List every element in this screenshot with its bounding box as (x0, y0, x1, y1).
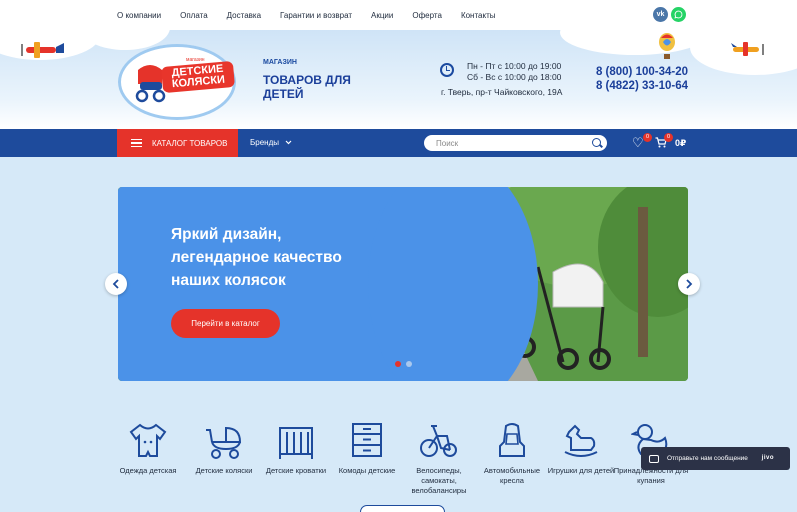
topnav-contacts[interactable]: Контакты (461, 11, 496, 20)
topnav-guarantees[interactable]: Гарантии и возврат (280, 11, 352, 20)
topnav-offer[interactable]: Оферта (412, 11, 442, 20)
category-car-seats[interactable]: Автомобильные кресла (472, 422, 552, 486)
banner-wave-shape (368, 187, 538, 381)
dresser-icon (352, 423, 382, 457)
car-seat-icon (499, 423, 525, 457)
chat-message: Отправьте нам сообщение (667, 455, 748, 462)
airplane-icon (21, 42, 64, 58)
site-header: магазин ДЕТСКИЕ КОЛЯСКИ МАГАЗИН ТОВАРОВ … (0, 30, 797, 129)
chat-brand: jivo (761, 455, 774, 461)
shop-title: ТОВАРОВ ДЛЯ ДЕТЕЙ (263, 73, 351, 101)
stroller-icon (206, 426, 242, 459)
chevron-right-icon (686, 279, 693, 289)
category-bicycles[interactable]: Велосипеды, самокаты, велобалансиры (399, 422, 479, 496)
store-address: г. Тверь, пр-т Чайковского, 19А (441, 87, 563, 97)
rocking-horse-icon (564, 424, 598, 457)
topnav-delivery[interactable]: Доставка (227, 11, 261, 20)
logo-small-text: магазин (186, 57, 205, 63)
topnav-promotions[interactable]: Акции (371, 11, 393, 20)
cart-total[interactable]: 0₽ (675, 138, 686, 149)
show-more-button[interactable] (360, 505, 445, 512)
category-label: Одежда детская (119, 466, 177, 475)
category-toys[interactable]: Игрушки для детей (541, 422, 621, 476)
category-label: Автомобильные кресла (483, 466, 541, 485)
cart-count-badge: 0 (664, 133, 673, 142)
slider-dots (395, 361, 412, 367)
slider-prev-button[interactable] (105, 273, 127, 295)
brands-dropdown[interactable]: Бренды (250, 138, 292, 147)
category-clothing[interactable]: Одежда детская (108, 422, 188, 476)
favorites-icon[interactable]: ♡ (632, 136, 644, 149)
top-nav: О компании Оплата Доставка Гарантии и во… (117, 0, 496, 30)
whatsapp-icon[interactable] (671, 7, 686, 22)
favorites-count-badge: 0 (643, 133, 652, 142)
hours-weekdays: Пн - Пт с 10:00 до 19:00 (467, 61, 562, 71)
chat-widget[interactable]: Отправьте нам сообщение jivo (641, 447, 790, 470)
category-dressers[interactable]: Комоды детские (327, 422, 407, 476)
category-cribs[interactable]: Детские кроватки (256, 422, 336, 476)
banner-title: Яркий дизайн, легендарное качество наших… (171, 226, 342, 289)
clock-icon (440, 63, 454, 77)
brands-label: Бренды (250, 138, 279, 147)
vk-icon[interactable]: vk (653, 7, 668, 22)
go-to-catalog-button[interactable]: Перейти в каталог (171, 309, 280, 338)
logo[interactable]: магазин ДЕТСКИЕ КОЛЯСКИ (118, 38, 238, 122)
topnav-about[interactable]: О компании (117, 11, 161, 20)
balloon-icon (659, 33, 675, 59)
category-strollers[interactable]: Детские коляски (184, 422, 264, 476)
phone-2[interactable]: 8 (4822) 33-10-64 (593, 79, 688, 93)
search-icon[interactable] (592, 138, 601, 147)
catalog-button[interactable]: КАТАЛОГ ТОВАРОВ (117, 129, 238, 157)
slider-next-button[interactable] (678, 273, 700, 295)
category-label: Комоды детские (338, 466, 396, 475)
category-label: Велосипеды, самокаты, велобалансиры (411, 466, 467, 495)
category-label: Детские коляски (195, 466, 253, 475)
menu-icon (131, 137, 142, 150)
topnav-payment[interactable]: Оплата (180, 11, 208, 20)
category-label: Детские кроватки (265, 466, 327, 475)
working-hours: Пн - Пт с 10:00 до 19:00 Сб - Вс с 10:00… (467, 61, 561, 82)
cloud-decor (560, 30, 710, 55)
phones: 8 (800) 100-34-20 8 (4822) 33-10-64 (593, 65, 688, 93)
main-navbar: КАТАЛОГ ТОВАРОВ Бренды ♡ 0 0 0₽ (0, 129, 797, 157)
category-label: Игрушки для детей (547, 466, 615, 475)
hours-weekend: Сб - Вс с 10:00 до 18:00 (467, 71, 562, 82)
airplane-icon (731, 42, 764, 56)
onesie-icon (129, 423, 167, 457)
chevron-down-icon (285, 140, 292, 145)
chevron-left-icon (112, 279, 119, 289)
crib-icon (279, 427, 313, 459)
search-input[interactable] (424, 135, 607, 151)
shop-label: МАГАЗИН (263, 59, 297, 66)
category-grid: Одежда детская Детские коляски Детские к… (118, 422, 688, 512)
chat-icon (649, 454, 659, 463)
top-bar: О компании Оплата Доставка Гарантии и во… (0, 0, 797, 30)
catalog-label: КАТАЛОГ ТОВАРОВ (152, 138, 228, 148)
hero-banner: Яркий дизайн, легендарное качество наших… (118, 187, 688, 381)
bicycle-icon (420, 425, 457, 457)
slider-dot-2[interactable] (406, 361, 412, 367)
slider-dot-1[interactable] (395, 361, 401, 367)
phone-1[interactable]: 8 (800) 100-34-20 (593, 65, 688, 79)
